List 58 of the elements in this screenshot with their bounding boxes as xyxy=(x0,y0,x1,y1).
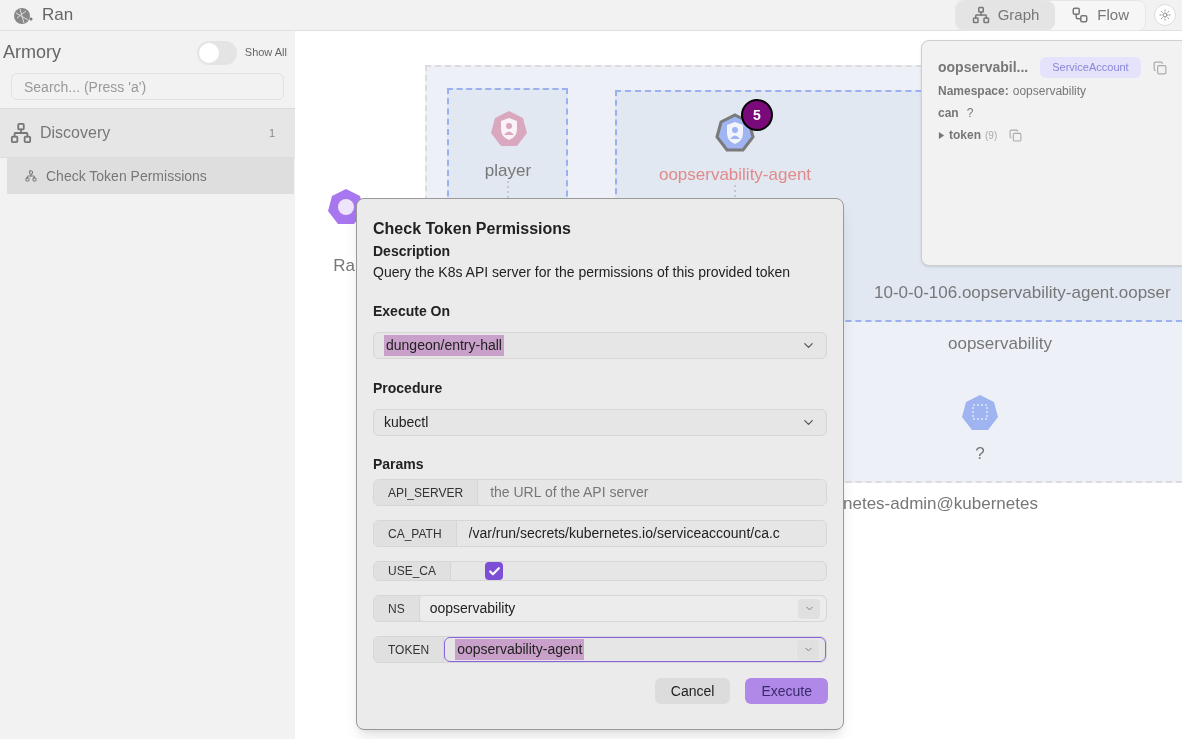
type-badge: ServiceAccount xyxy=(1040,57,1141,78)
field-label: Namespace: xyxy=(938,83,1009,100)
node-label: ? xyxy=(975,443,985,465)
search-field[interactable]: Search... (Press 'a') xyxy=(11,73,284,100)
field-label: can xyxy=(938,105,959,122)
view-tab[interactable]: Graph xyxy=(955,0,1056,30)
group-label: 10-0-0-106.oopservability-agent.oopser xyxy=(874,282,1171,304)
param-name: CA_PATH xyxy=(374,521,457,546)
description-text: Query the K8s API server for the permissions of this provided token xyxy=(373,263,792,282)
tree-icon xyxy=(25,170,37,182)
namespace-node-icon[interactable] xyxy=(960,393,1000,433)
copy-icon[interactable] xyxy=(1009,128,1023,142)
node-label: player xyxy=(484,160,532,182)
select-field[interactable]: dungeon/entry-hall xyxy=(373,332,827,359)
sun-icon xyxy=(1159,9,1171,21)
theme-button[interactable] xyxy=(1154,4,1176,26)
flow-icon xyxy=(1071,6,1090,24)
param-name: USE_CA xyxy=(374,562,452,580)
param-name: TOKEN xyxy=(374,637,445,662)
param-field[interactable]: CA_PATH /var/run/secrets/kubernetes.io/serviceaccount/ca.c xyxy=(373,520,827,547)
edge-line xyxy=(505,181,511,198)
tree-icon xyxy=(10,122,32,144)
graph-icon xyxy=(971,6,990,24)
field-value: oopservability xyxy=(1012,83,1087,100)
select-value: kubectl xyxy=(384,413,429,432)
dialog-title: Check Token Permissions xyxy=(373,219,572,239)
disclosure-icon[interactable] xyxy=(938,131,945,139)
item-count: (9) xyxy=(985,128,998,143)
check-icon xyxy=(487,564,501,578)
group-label: netes-admin@kubernetes xyxy=(843,493,1038,515)
cancel-button[interactable]: Cancel xyxy=(654,678,731,704)
section-label: Procedure xyxy=(373,379,444,398)
node-label: Ra xyxy=(333,255,355,277)
node-label: oopservability-agent xyxy=(658,164,812,186)
select-value: dungeon/entry-hall xyxy=(384,335,504,356)
field-value: ? xyxy=(966,105,974,122)
section-label: Description xyxy=(373,242,451,261)
view-tab[interactable]: Flow xyxy=(1055,0,1145,30)
select-value: oopservability-agent xyxy=(455,639,585,660)
group-label: oopservability xyxy=(948,333,1052,355)
select-field[interactable]: kubectl xyxy=(373,409,827,436)
param-field[interactable]: API_SERVER the URL of the API server xyxy=(373,479,827,506)
param-name: API_SERVER xyxy=(374,480,479,505)
param-checkbox[interactable] xyxy=(485,562,504,580)
toggle-label: Show All xyxy=(244,45,287,61)
category-item[interactable]: Discovery 1 xyxy=(0,108,295,158)
field-label: token xyxy=(949,127,981,144)
copy-icon[interactable] xyxy=(1152,60,1167,75)
execute-button[interactable]: Execute xyxy=(745,678,828,704)
section-label: Execute On xyxy=(373,302,452,321)
app-name: Ran xyxy=(42,4,74,27)
account-node-icon[interactable] xyxy=(489,109,529,149)
edge-line xyxy=(732,185,738,198)
section-label: Params xyxy=(373,455,425,474)
show-all-toggle[interactable] xyxy=(196,40,237,65)
sidebar-title: Armory xyxy=(3,41,61,64)
param-select[interactable]: oopservability-agent xyxy=(444,637,826,662)
resource-name: oopservabil... xyxy=(938,58,1029,77)
